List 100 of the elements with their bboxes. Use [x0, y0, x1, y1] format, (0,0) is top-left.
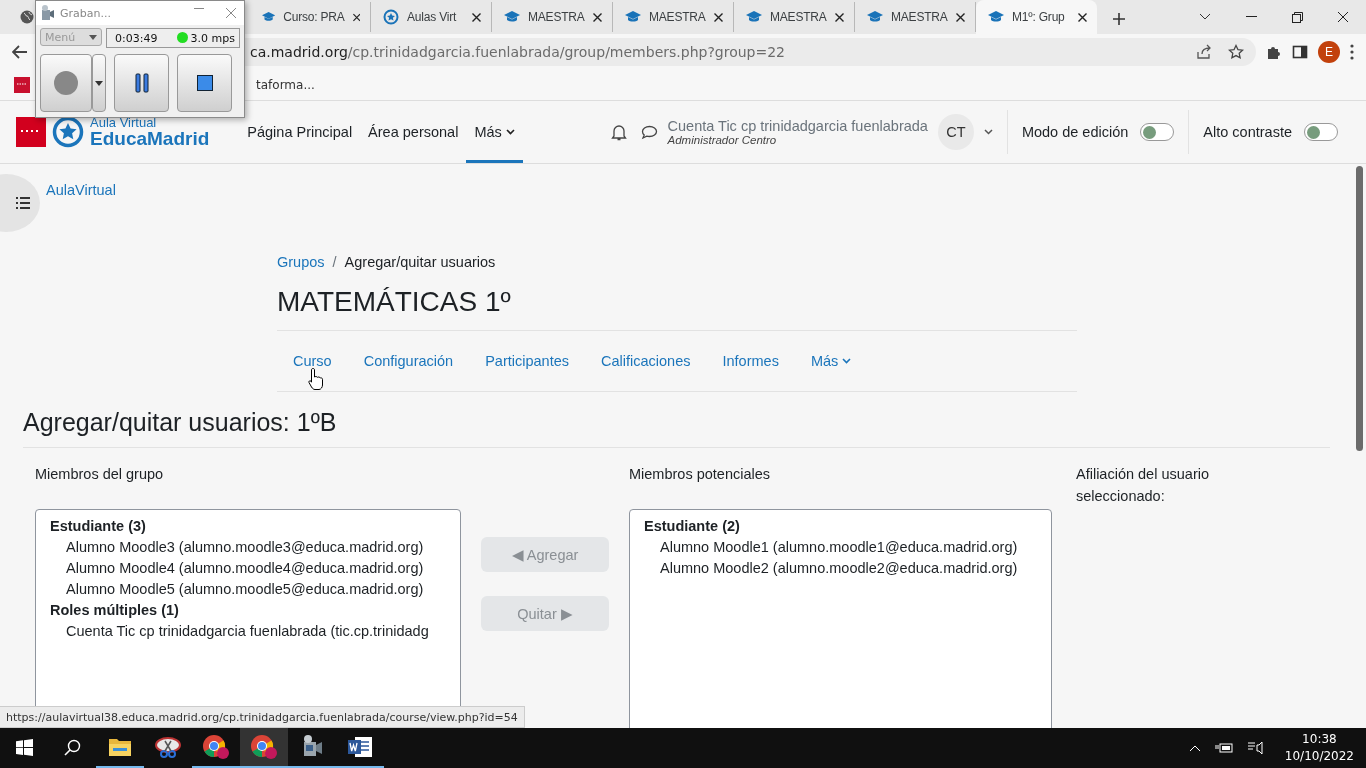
graduation-cap-icon: [625, 10, 641, 24]
graduation-cap-icon: [504, 10, 520, 24]
browser-tab[interactable]: MAESTRA: [734, 2, 855, 32]
list-icon: [16, 197, 30, 209]
bookmark-link[interactable]: taforma...: [256, 78, 315, 92]
close-tab-icon[interactable]: [352, 12, 360, 22]
folder-icon[interactable]: [108, 737, 132, 757]
minimize-icon[interactable]: [1245, 16, 1257, 18]
option-group-label: Estudiante (3): [50, 517, 147, 536]
graduation-cap-icon: [262, 10, 276, 24]
puzzle-icon[interactable]: [1266, 44, 1282, 60]
logo-title: EducaMadrid: [90, 129, 210, 148]
close-tab-icon[interactable]: [472, 12, 481, 22]
star-icon[interactable]: [1228, 44, 1244, 60]
page-heading: Agregar/quitar usuarios: 1ºB: [23, 408, 1330, 448]
close-tab-icon[interactable]: [1078, 12, 1087, 22]
potential-listbox[interactable]: Estudiante (2) Alumno Moodle1 (alumno.moodle1@educa.madrid.org) Alumno Moodle2 (alumno.moodle2@educa.madrid.org): [629, 509, 1052, 728]
scrollbar-thumb[interactable]: [1356, 166, 1363, 451]
battery-plug-icon[interactable]: [1214, 742, 1233, 754]
close-tab-icon[interactable]: [956, 12, 965, 22]
windows-start-icon[interactable]: [15, 738, 33, 756]
globe-icon: [20, 10, 34, 24]
logo-subtitle: Aula Virtual: [90, 116, 158, 129]
list-option[interactable]: Alumno Moodle2 (alumno.moodle2@educa.madrid.org): [644, 558, 1051, 579]
clock-time[interactable]: 10:38: [1302, 731, 1337, 748]
record-options-button[interactable]: [92, 54, 106, 112]
close-tab-icon[interactable]: [593, 12, 602, 22]
pause-button[interactable]: [114, 54, 169, 112]
record-button[interactable]: [40, 54, 92, 112]
toggle-switch[interactable]: [1304, 123, 1338, 141]
caret-icon[interactable]: [983, 129, 993, 135]
graduation-cap-icon: [867, 10, 883, 24]
course-nav-link[interactable]: Calificaciones: [601, 353, 691, 369]
new-tab-icon[interactable]: [1112, 12, 1126, 26]
list-label: Miembros potenciales: [629, 465, 772, 484]
record-dot-icon: [53, 70, 79, 96]
home-link[interactable]: AulaVirtual: [46, 182, 116, 198]
chevron-up-icon[interactable]: [1188, 744, 1201, 752]
browser-tab[interactable]: M1º: Grup: [976, 0, 1097, 34]
user-name: Cuenta Tic cp trinidadgarcia fuenlabrada: [667, 118, 928, 134]
graduation-cap-icon: [746, 10, 762, 24]
list-option[interactable]: Alumno Moodle1 (alumno.moodle1@educa.madrid.org): [644, 537, 1051, 558]
back-arrow-icon[interactable]: [12, 45, 28, 59]
close-tab-icon[interactable]: [714, 12, 723, 22]
nav-link[interactable]: Área personal: [360, 101, 467, 163]
stop-button[interactable]: [177, 54, 232, 112]
affiliation-label: Afiliación del usuario seleccionado:: [1076, 465, 1210, 506]
profile-avatar[interactable]: E: [1318, 41, 1340, 63]
speaker-icon[interactable]: [1246, 741, 1263, 755]
caret-icon: [505, 129, 515, 135]
course-nav-link[interactable]: Informes: [722, 353, 779, 369]
browser-tab[interactable]: Aulas Virt: [371, 2, 492, 32]
toggle-switch[interactable]: [1140, 123, 1175, 141]
restore-icon[interactable]: [1291, 11, 1303, 23]
list-option[interactable]: Alumno Moodle3 (alumno.moodle3@educa.madrid.org): [50, 537, 460, 558]
nav-link[interactable]: Página Principal: [239, 101, 361, 163]
star-circle-icon: [52, 116, 84, 148]
course-nav-link[interactable]: Curso: [293, 353, 332, 369]
course-nav-link[interactable]: Participantes: [485, 353, 569, 369]
close-icon[interactable]: [1337, 11, 1349, 23]
recording-display: 0:03:49 3.0 mps: [106, 28, 240, 48]
side-panel-icon[interactable]: [1292, 44, 1308, 60]
option-group-label: Roles múltiples (1): [50, 601, 180, 620]
user-avatar[interactable]: CT: [937, 114, 974, 150]
course-nav-link[interactable]: Más: [810, 353, 852, 369]
caret-icon: [842, 358, 852, 364]
share-icon[interactable]: [1196, 44, 1212, 60]
bell-icon[interactable]: [610, 123, 627, 141]
user-role: Administrador Centro: [667, 134, 778, 146]
toggle-label: Alto contraste: [1203, 124, 1292, 140]
pause-icon: [134, 73, 149, 93]
browser-tab[interactable]: Curso: PRA: [250, 2, 371, 32]
nav-link[interactable]: Más: [466, 101, 523, 163]
hand-cursor-icon: [308, 367, 324, 391]
breadcrumb-link[interactable]: Grupos: [277, 254, 325, 270]
list-label: Miembros del grupo: [35, 465, 165, 484]
list-option[interactable]: Alumno Moodle5 (alumno.moodle5@educa.madrid.org): [50, 579, 460, 600]
option-group-label: Estudiante (2): [644, 517, 741, 536]
list-option[interactable]: Cuenta Tic cp trinidadgarcia fuenlabrada (tic.cp.trinidadg: [50, 621, 460, 642]
url-status-tooltip: https://aulavirtual38.educa.madrid.org/cp.trinidadgarcia.fuenlabrada/course/view.php?id=54: [0, 706, 525, 728]
chrome-icon[interactable]: [202, 734, 230, 760]
breadcrumb-current: Agregar/quitar usuarios: [344, 254, 496, 270]
dropdown-arrow-icon: [89, 34, 97, 40]
scissors-icon[interactable]: [155, 735, 181, 759]
course-title: MATEMÁTICAS 1º: [277, 286, 1077, 331]
browser-tab[interactable]: MAESTRA: [613, 2, 734, 32]
course-nav-link[interactable]: Configuración: [363, 353, 454, 369]
word-icon[interactable]: [347, 735, 373, 759]
taskbar-button[interactable]: [240, 728, 288, 768]
chevron-down-icon[interactable]: [1199, 13, 1211, 21]
close-tab-icon[interactable]: [835, 12, 844, 22]
search-icon[interactable]: [63, 738, 81, 756]
window-title: Graban...: [60, 6, 111, 20]
chrome-icon[interactable]: [250, 734, 278, 760]
kebab-menu-icon[interactable]: [1350, 44, 1354, 60]
list-option[interactable]: Alumno Moodle4 (alumno.moodle4@educa.madrid.org): [50, 558, 460, 579]
madrid-flag-icon: [16, 117, 46, 147]
clock-date[interactable]: 10/10/2022: [1284, 748, 1354, 765]
browser-tab[interactable]: MAESTRA: [492, 2, 613, 32]
chat-bubble-icon[interactable]: [640, 124, 658, 140]
